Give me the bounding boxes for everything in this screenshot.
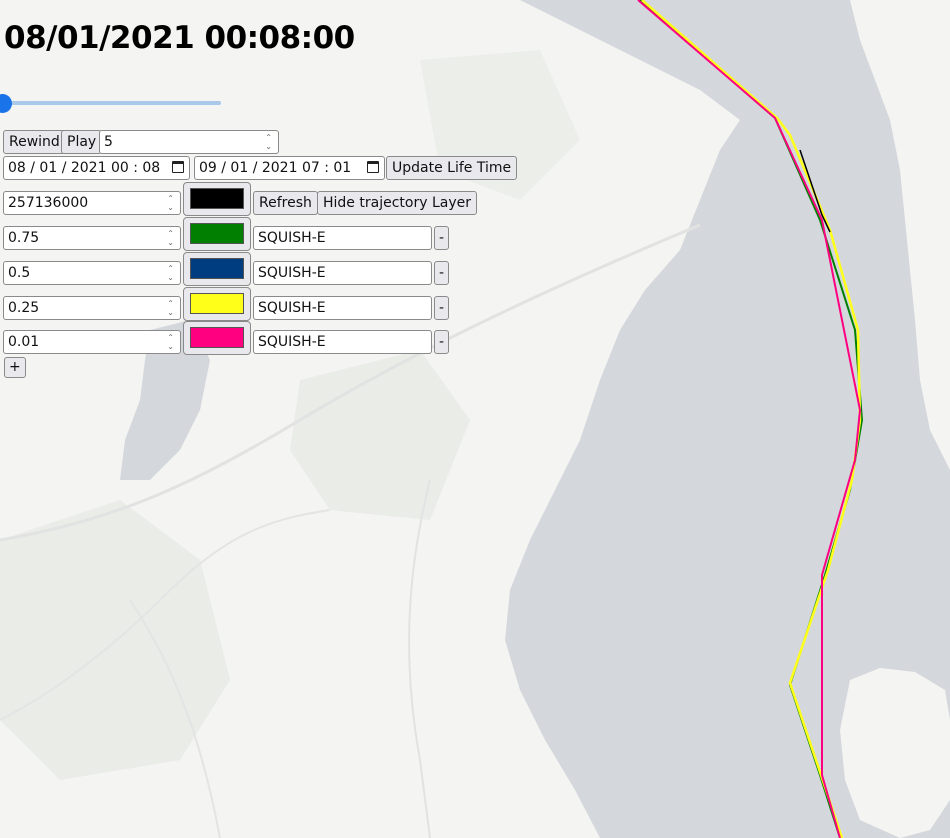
end-date-value: 09 / 01 / 2021 07 : 01: [199, 160, 352, 176]
spinner-icon[interactable]: ⌃ ⌄: [167, 194, 174, 212]
timestamp-title: 08/01/2021 00:08:00: [4, 20, 355, 56]
calendar-icon[interactable]: [172, 161, 184, 173]
update-life-time-button[interactable]: Update Life Time: [386, 156, 518, 180]
map-canvas[interactable]: [0, 0, 950, 838]
color-picker-button[interactable]: [183, 182, 251, 216]
spinner-icon[interactable]: ⌃ ⌄: [167, 229, 174, 247]
color-picker-button[interactable]: [183, 217, 251, 251]
remove-layer-button[interactable]: -: [434, 261, 450, 285]
spinner-icon[interactable]: ⌃ ⌄: [167, 333, 174, 351]
color-picker-button[interactable]: [183, 321, 251, 355]
mmsi-value: 257136000: [8, 195, 89, 211]
color-swatch: [190, 258, 244, 279]
algorithm-input[interactable]: SQUISH-E: [253, 261, 432, 285]
spinner-icon[interactable]: ⌃ ⌄: [265, 133, 272, 151]
speed-value: 5: [104, 134, 113, 150]
spinner-icon[interactable]: ⌃ ⌄: [167, 299, 174, 317]
play-button[interactable]: Play: [61, 130, 103, 154]
refresh-button[interactable]: Refresh: [253, 191, 318, 215]
tolerance-value: 0.75: [8, 230, 40, 246]
remove-layer-button[interactable]: -: [434, 330, 450, 354]
remove-layer-button[interactable]: -: [434, 296, 450, 320]
color-picker-button[interactable]: [183, 287, 251, 321]
hide-trajectory-layer-button[interactable]: Hide trajectory Layer: [317, 191, 477, 215]
tolerance-input[interactable]: 0.75 ⌃ ⌄: [3, 226, 181, 250]
tolerance-input[interactable]: 0.01 ⌃ ⌄: [3, 330, 181, 354]
algorithm-input[interactable]: SQUISH-E: [253, 296, 432, 320]
add-layer-button[interactable]: +: [4, 357, 26, 378]
tolerance-value: 0.01: [8, 334, 40, 350]
color-picker-button[interactable]: [183, 252, 251, 286]
remove-layer-button[interactable]: -: [434, 226, 450, 250]
time-slider-track[interactable]: [5, 101, 221, 105]
start-date-input[interactable]: 08 / 01 / 2021 00 : 08: [3, 156, 190, 180]
tolerance-input[interactable]: 0.5 ⌃ ⌄: [3, 261, 181, 285]
color-swatch: [190, 188, 244, 209]
mmsi-input[interactable]: 257136000 ⌃ ⌄: [3, 191, 181, 215]
calendar-icon[interactable]: [367, 161, 379, 173]
algorithm-input[interactable]: SQUISH-E: [253, 330, 432, 354]
end-date-input[interactable]: 09 / 01 / 2021 07 : 01: [194, 156, 385, 180]
color-swatch: [190, 223, 244, 244]
tolerance-input[interactable]: 0.25 ⌃ ⌄: [3, 296, 181, 320]
tolerance-value: 0.5: [8, 265, 31, 281]
algorithm-input[interactable]: SQUISH-E: [253, 226, 432, 250]
rewind-button[interactable]: Rewind: [3, 130, 66, 154]
color-swatch: [190, 293, 244, 314]
start-date-value: 08 / 01 / 2021 00 : 08: [8, 160, 161, 176]
spinner-icon[interactable]: ⌃ ⌄: [167, 264, 174, 282]
speed-input[interactable]: 5 ⌃ ⌄: [99, 130, 279, 154]
color-swatch: [190, 327, 244, 348]
tolerance-value: 0.25: [8, 300, 40, 316]
